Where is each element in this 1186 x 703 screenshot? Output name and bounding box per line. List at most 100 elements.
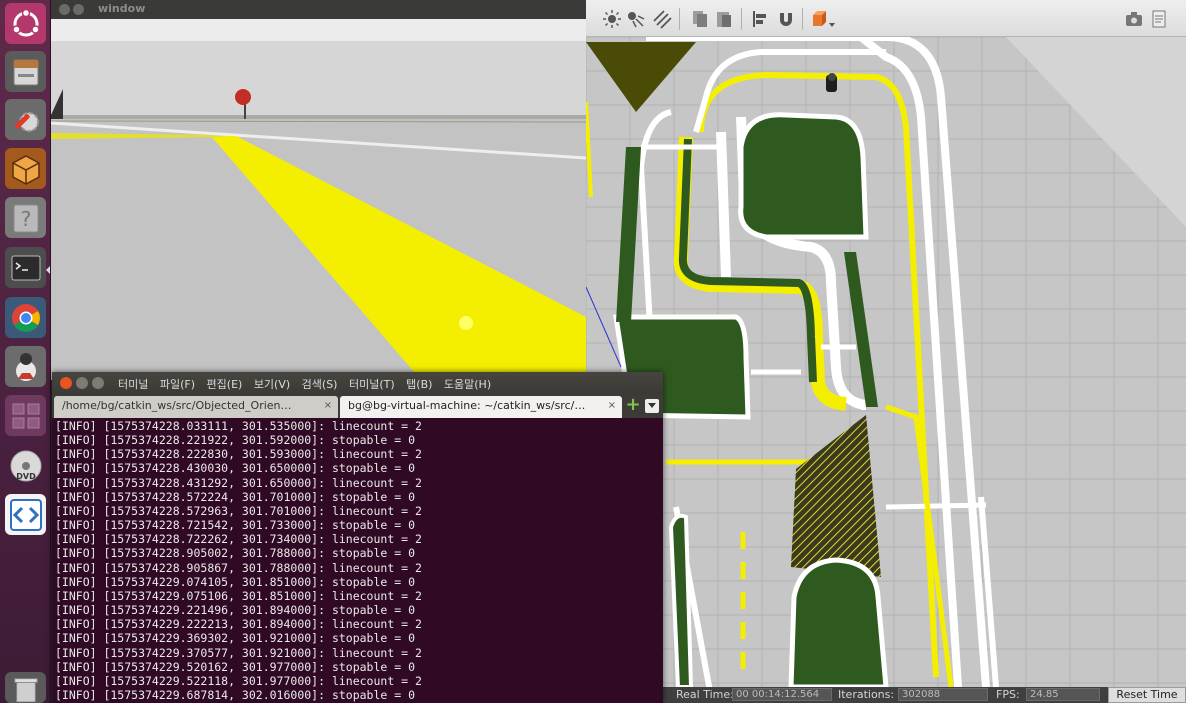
- align-button[interactable]: [751, 9, 771, 29]
- dvd-button[interactable]: DVD: [5, 445, 46, 486]
- workspace-switcher-icon: [12, 403, 39, 428]
- camera-minimize-icon[interactable]: [73, 4, 84, 15]
- menu-terminal-app[interactable]: 터미널: [118, 378, 148, 391]
- gazebo-window[interactable]: ▶ Real Time: 00 00:14:12.564 Iterations:…: [586, 0, 1186, 703]
- tab-list-dropdown-icon[interactable]: [645, 399, 659, 413]
- terminal-line: [INFO] [1575374229.687814, 302.016000]: …: [55, 687, 416, 702]
- terminal-line: [INFO] [1575374228.905867, 301.788000]: …: [55, 560, 422, 575]
- workspace-switcher-button[interactable]: [5, 395, 46, 436]
- menu-edit[interactable]: 편집(E): [207, 378, 243, 391]
- desktop: ? DVD window Real Time: 00 00:14:12.564 …: [0, 0, 1186, 703]
- svg-text:?: ?: [20, 207, 31, 231]
- trash-icon: [13, 677, 38, 702]
- align-icon: [753, 11, 766, 27]
- menu-tabs[interactable]: 탭(B): [406, 378, 432, 391]
- terminal-line: [INFO] [1575374228.033111, 301.535000]: …: [55, 419, 422, 433]
- terminal-maximize-icon[interactable]: [92, 377, 104, 389]
- fps-value: 24.85: [1026, 688, 1100, 701]
- tab-label: /home/bg/catkin_ws/src/Objected_Orien…: [62, 399, 292, 412]
- terminal-line: [INFO] [1575374229.369302, 301.921000]: …: [55, 631, 416, 646]
- paste-icon: [717, 12, 731, 27]
- dash-home-button[interactable]: [5, 3, 46, 44]
- screenshot-icon: [1126, 12, 1142, 26]
- paste-button[interactable]: [714, 9, 734, 29]
- terminal-output[interactable]: [INFO] [1575374228.033111, 301.535000]: …: [52, 418, 663, 703]
- iterations-label: Iterations:: [838, 688, 895, 701]
- gazebo-icon: [11, 154, 40, 185]
- menu-help[interactable]: 도움말(H): [444, 378, 491, 391]
- camera-view: [51, 19, 586, 380]
- toolbar-separator: [741, 8, 742, 30]
- spot-light-button[interactable]: [626, 9, 646, 29]
- system-settings-icon: [14, 111, 39, 132]
- chrome-button[interactable]: [5, 297, 46, 338]
- menu-terminal[interactable]: 터미널(T): [349, 378, 395, 391]
- terminal-line: [INFO] [1575374228.431292, 301.650000]: …: [55, 475, 422, 490]
- terminal-line: [INFO] [1575374229.074105, 301.851000]: …: [55, 574, 416, 589]
- code-editor-button[interactable]: [5, 494, 46, 535]
- terminal-minimize-icon[interactable]: [76, 377, 88, 389]
- dvd-icon: DVD: [10, 450, 41, 481]
- terminal-tab[interactable]: /home/bg/catkin_ws/src/Objected_Orien… ×: [54, 396, 338, 418]
- menu-file[interactable]: 파일(F): [160, 378, 195, 391]
- terminal-line: [INFO] [1575374229.075106, 301.851000]: …: [55, 588, 422, 603]
- gazebo-3d-scene[interactable]: [586, 37, 1186, 687]
- terminal-line: [INFO] [1575374229.222213, 301.894000]: …: [55, 617, 422, 632]
- terminal-line: [INFO] [1575374228.572224, 301.701000]: …: [55, 489, 416, 504]
- active-window-indicator: [46, 266, 50, 274]
- terminal-titlebar[interactable]: 터미널 파일(F) 편집(E) 보기(V) 검색(S) 터미널(T) 탭(B) …: [52, 372, 663, 394]
- upper-grass-island: [738, 112, 869, 240]
- stop-line: [885, 502, 987, 510]
- terminal-menubar: 터미널 파일(F) 편집(E) 보기(V) 검색(S) 터미널(T) 탭(B) …: [118, 376, 499, 392]
- terminal-button[interactable]: [5, 247, 46, 288]
- new-tab-icon[interactable]: +: [625, 396, 641, 414]
- copy-button[interactable]: [690, 9, 710, 29]
- terminal-line: [INFO] [1575374229.520162, 301.977000]: …: [55, 659, 416, 674]
- view-angle-icon: [813, 11, 835, 27]
- view-angle-button[interactable]: [810, 9, 836, 29]
- snap-button[interactable]: [776, 9, 796, 29]
- system-settings-button[interactable]: [5, 99, 46, 140]
- tab-close-icon[interactable]: ×: [324, 396, 332, 416]
- terminal-tab-active[interactable]: bg@bg-virtual-machine: ~/catkin_ws/src/……: [340, 396, 622, 418]
- toolbar-separator: [802, 8, 803, 30]
- tab-close-icon[interactable]: ×: [608, 396, 616, 416]
- trash-button[interactable]: [5, 672, 46, 703]
- gazebo-button[interactable]: [5, 148, 46, 189]
- sun-light-button[interactable]: [602, 9, 622, 29]
- code-editor-icon: [9, 498, 42, 531]
- terminal-line: [INFO] [1575374228.572963, 301.701000]: …: [55, 503, 422, 518]
- camera-window-title: window: [98, 2, 146, 15]
- java-app-button[interactable]: [5, 346, 46, 387]
- robot-model[interactable]: [826, 73, 837, 92]
- camera-close-icon[interactable]: [59, 4, 70, 15]
- terminal-line: [INFO] [1575374228.222830, 301.593000]: …: [55, 447, 422, 462]
- spot-light-icon: [628, 12, 645, 28]
- gazebo-toolbar: [586, 0, 1186, 37]
- svg-text:DVD: DVD: [16, 472, 36, 481]
- chrome-icon: [11, 303, 40, 332]
- unity-launcher: ? DVD: [0, 0, 51, 703]
- menu-search[interactable]: 검색(S): [302, 378, 338, 391]
- log-button[interactable]: [1149, 9, 1169, 29]
- toolbar-separator: [679, 8, 680, 30]
- help-button[interactable]: ?: [5, 197, 46, 238]
- terminal-line: [INFO] [1575374228.721542, 301.733000]: …: [55, 518, 416, 533]
- directional-light-button[interactable]: [652, 9, 672, 29]
- terminal-line: [INFO] [1575374228.905002, 301.788000]: …: [55, 546, 416, 561]
- dash-home-icon: [11, 8, 40, 36]
- camera-window-titlebar[interactable]: window: [51, 0, 586, 19]
- fps-label: FPS:: [996, 688, 1020, 701]
- terminal-close-icon[interactable]: [60, 377, 72, 389]
- menu-view[interactable]: 보기(V): [254, 378, 290, 391]
- lower-grass-island: [788, 557, 889, 687]
- terminal-line: [INFO] [1575374229.221496, 301.894000]: …: [55, 603, 416, 618]
- camera-window[interactable]: window: [51, 0, 586, 380]
- reset-time-button[interactable]: Reset Time: [1108, 687, 1186, 703]
- real-time-label: Real Time:: [676, 688, 734, 701]
- terminal-line: [INFO] [1575374228.221922, 301.592000]: …: [55, 433, 416, 448]
- terminal-window[interactable]: 터미널 파일(F) 편집(E) 보기(V) 검색(S) 터미널(T) 탭(B) …: [52, 372, 663, 703]
- files-button[interactable]: [5, 51, 46, 92]
- java-app-icon: [15, 352, 36, 381]
- screenshot-button[interactable]: [1124, 9, 1144, 29]
